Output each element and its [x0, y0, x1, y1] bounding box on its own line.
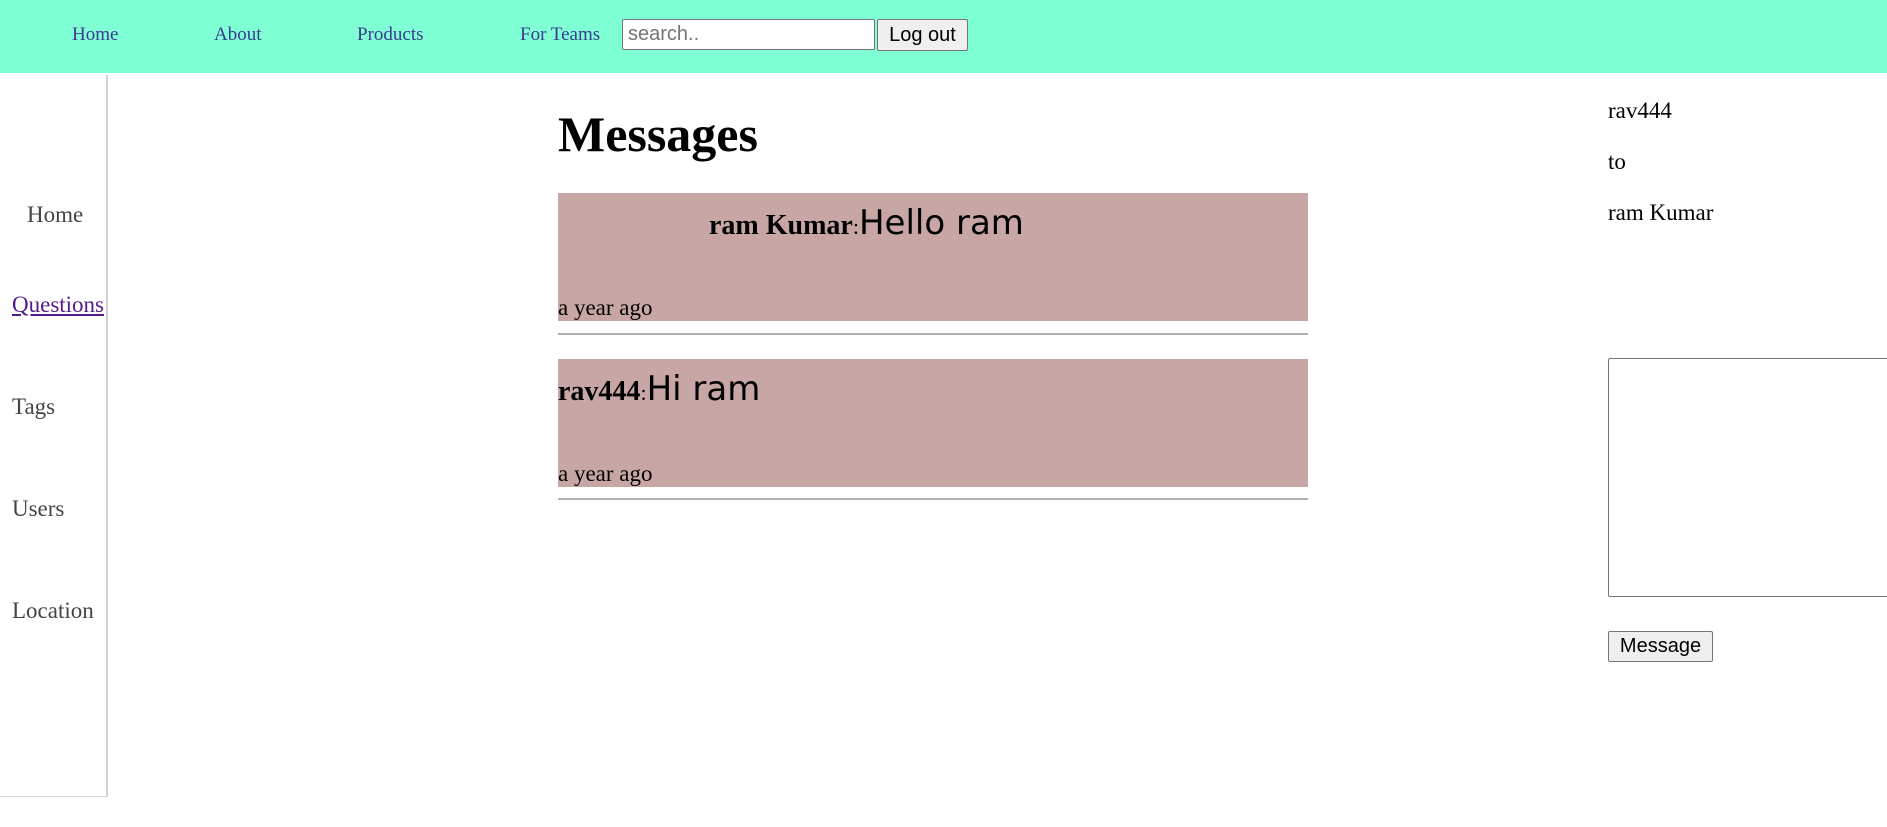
- sidebar-item-location[interactable]: Location: [12, 598, 94, 624]
- message-sender: rav444: [558, 376, 641, 407]
- compose-recipient: ram Kumar: [1608, 200, 1714, 225]
- nav-about-link[interactable]: About: [214, 24, 262, 46]
- nav-for-teams-link[interactable]: For Teams: [520, 24, 600, 46]
- sidebar-item-home[interactable]: Home: [27, 202, 83, 228]
- sidebar-item-users[interactable]: Users: [12, 496, 64, 522]
- message-timestamp: a year ago: [558, 461, 653, 486]
- page-title: Messages: [558, 106, 758, 162]
- message-divider: [558, 333, 1308, 335]
- sidebar-item-tags[interactable]: Tags: [12, 394, 55, 420]
- sidebar-item-questions[interactable]: Questions: [12, 292, 104, 318]
- message-text: Hi ram: [646, 369, 761, 409]
- message-line: ram Kumar:Hello ram: [709, 203, 1024, 243]
- compose-from-user: rav444: [1608, 98, 1672, 123]
- nav-products-link[interactable]: Products: [357, 24, 424, 46]
- sidebar: Home Questions Tags Users Location: [0, 75, 108, 797]
- message-text: Hello ram: [858, 203, 1024, 243]
- message-sender: ram Kumar: [709, 210, 853, 241]
- message-divider: [558, 498, 1308, 500]
- search-input[interactable]: [622, 19, 875, 50]
- message-line: rav444:Hi ram: [558, 369, 760, 409]
- logout-button[interactable]: Log out: [877, 19, 968, 51]
- compose-to-label: to: [1608, 149, 1626, 174]
- nav-home-link[interactable]: Home: [72, 24, 118, 46]
- message-textarea[interactable]: [1608, 358, 1887, 597]
- message-card: ram Kumar:Hello ram a year ago: [558, 193, 1308, 321]
- top-navbar: Home About Products For Teams Log out: [0, 0, 1887, 73]
- message-timestamp: a year ago: [558, 295, 653, 320]
- send-message-button[interactable]: Message: [1608, 631, 1713, 662]
- message-card: rav444:Hi ram a year ago: [558, 359, 1308, 487]
